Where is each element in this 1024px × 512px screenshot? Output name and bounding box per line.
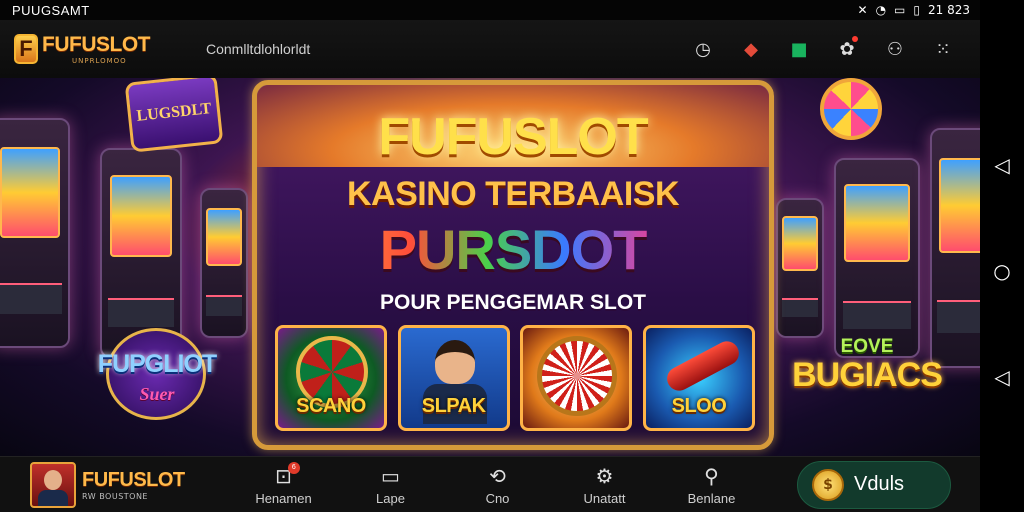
support-icon[interactable]: ⚇ bbox=[882, 36, 908, 62]
promo-right[interactable]: EOVE BUGIACS bbox=[792, 336, 943, 395]
host-avatar-icon bbox=[434, 340, 475, 384]
rocket-icon bbox=[662, 337, 744, 395]
bottom-nav-items: ⊡ 6 Henamen ▭ Lape ⟲ Cno ⚙ Unatatt ⚲ Benl… bbox=[230, 461, 765, 506]
nav-item-label: Benlane bbox=[687, 490, 736, 506]
slot-machine-left-2 bbox=[100, 148, 182, 358]
cta-button[interactable]: $ Vduls bbox=[797, 460, 951, 509]
nav-item-henamen[interactable]: ⊡ 6 Henamen bbox=[230, 461, 337, 506]
home-icon[interactable]: ○ bbox=[993, 259, 1010, 283]
back-icon[interactable]: ◁ bbox=[994, 365, 1009, 389]
logo-name: FUFUSLOT bbox=[42, 33, 150, 56]
game-cards: SCANO SLPAK SLOO bbox=[275, 325, 755, 435]
nav-item-label: Unatatt bbox=[583, 490, 626, 506]
wifi-icon: ◔ bbox=[875, 3, 887, 17]
notification-dot bbox=[852, 36, 858, 42]
game-card-label: SCANO bbox=[296, 395, 366, 417]
header-link[interactable]: Conmlltdlohlorldt bbox=[206, 41, 310, 57]
alert-box-icon: ⊡ 6 bbox=[275, 461, 300, 488]
menu-dots-icon[interactable]: ⁙ bbox=[930, 36, 956, 62]
status-bar: PUUGSAMT ✕ ◔ ▭ ▯ 21 823 bbox=[0, 0, 980, 20]
system-nav-bar: ◁ ○ ◁ bbox=[980, 0, 1024, 512]
gift-icon[interactable]: ◆ bbox=[738, 36, 764, 62]
chat-icon[interactable]: ■ bbox=[786, 36, 812, 62]
cta-label: Vduls bbox=[854, 473, 905, 495]
promo-right-title: EOVE bbox=[840, 336, 894, 357]
slot-machine-left-3 bbox=[200, 188, 248, 338]
nav-item-label: Lape bbox=[376, 490, 405, 506]
promo-left-title: FUPGLIOT bbox=[97, 350, 217, 378]
screen-icon: ▯ bbox=[913, 3, 920, 17]
nav-item-benlane[interactable]: ⚲ Benlane bbox=[658, 464, 765, 506]
promo-left[interactable]: FUPGLIOT Suer bbox=[88, 328, 226, 420]
game-card-label: SLPAK bbox=[421, 395, 486, 417]
monitor-icon: ▭ bbox=[381, 465, 400, 488]
timer-icon[interactable]: ◷ bbox=[690, 36, 716, 62]
nav-item-label: Cno bbox=[485, 490, 510, 506]
mute-icon: ✕ bbox=[857, 3, 868, 17]
casino-sign-left: LUGSDLT bbox=[124, 78, 224, 153]
brand-avatar bbox=[30, 461, 76, 508]
promo-right-subtitle: BUGIACS bbox=[792, 356, 943, 394]
nav-item-lape[interactable]: ▭ Lape bbox=[337, 464, 444, 506]
game-card-host[interactable]: SLPAK bbox=[397, 325, 510, 431]
settings-icon: ⚙ bbox=[595, 465, 614, 488]
fortune-wheel-icon bbox=[820, 78, 882, 140]
game-card-roulette[interactable]: SCANO bbox=[275, 325, 387, 431]
bottom-brand-sub: RW BOUSTONE bbox=[82, 491, 148, 501]
nav-item-unatatt[interactable]: ⚙ Unatatt bbox=[551, 464, 658, 506]
slot-machine-right-1 bbox=[776, 198, 824, 338]
game-card-label: SLOO bbox=[671, 395, 727, 417]
status-title: PUUGSAMT bbox=[12, 2, 90, 18]
game-card-wheel[interactable] bbox=[520, 325, 633, 431]
status-time: 21 823 bbox=[928, 3, 970, 17]
refresh-icon: ⟲ bbox=[489, 465, 506, 488]
app-logo[interactable]: F FUFUSLOT UNPRLOMOO bbox=[14, 33, 150, 65]
hero-banner[interactable]: LUGSDLT FUPGLIOT Suer EOVE BUGIACS FUFUS… bbox=[0, 78, 980, 456]
prize-wheel-icon bbox=[537, 336, 618, 416]
hero-headline: PURSDOT bbox=[257, 217, 769, 282]
slot-machine-right-2 bbox=[834, 158, 920, 358]
promo-left-subtitle: Suer bbox=[139, 384, 175, 404]
slot-machine-left-1 bbox=[0, 118, 70, 348]
nav-item-cno[interactable]: ⟲ Cno bbox=[444, 464, 551, 506]
user-icon: ⚲ bbox=[704, 465, 719, 488]
game-card-rocket[interactable]: SLOO bbox=[642, 325, 755, 431]
coin-icon: $ bbox=[812, 468, 844, 501]
hero-title: FUFUSLOT bbox=[378, 108, 648, 166]
nav-badge: 6 bbox=[287, 461, 300, 474]
nav-item-label: Henamen bbox=[255, 490, 312, 506]
slot-machine-right-3 bbox=[930, 128, 980, 368]
bottom-brand-name: FUFUSLOT bbox=[82, 468, 185, 491]
recent-apps-icon[interactable]: ◁ bbox=[994, 153, 1009, 177]
hero-subtitle: KASINO TERBAAISK bbox=[346, 175, 680, 213]
logo-badge: F bbox=[14, 34, 38, 64]
battery-icon: ▭ bbox=[894, 3, 906, 17]
hero-tagline: POUR PENGGEMAR SLOT bbox=[379, 291, 647, 314]
status-icons: ✕ ◔ ▭ ▯ 21 823 bbox=[858, 3, 971, 17]
bottom-brand[interactable]: FUFUSLOT RW BOUSTONE bbox=[0, 461, 230, 508]
bottom-nav: FUFUSLOT RW BOUSTONE ⊡ 6 Henamen ▭ Lape ⟲… bbox=[0, 456, 980, 512]
hero-billboard: FUFUSLOT KASINO TERBAAISK PURSDOT PURSDO… bbox=[252, 80, 774, 450]
logo-subtitle: UNPRLOMOO bbox=[72, 57, 127, 65]
header-icons: ◷ ◆ ■ ✿ ⚇ ⁙ bbox=[690, 36, 966, 62]
app-header: F FUFUSLOT UNPRLOMOO Conmlltdlohlorldt ◷… bbox=[0, 20, 980, 78]
notification-icon[interactable]: ✿ bbox=[834, 36, 860, 62]
